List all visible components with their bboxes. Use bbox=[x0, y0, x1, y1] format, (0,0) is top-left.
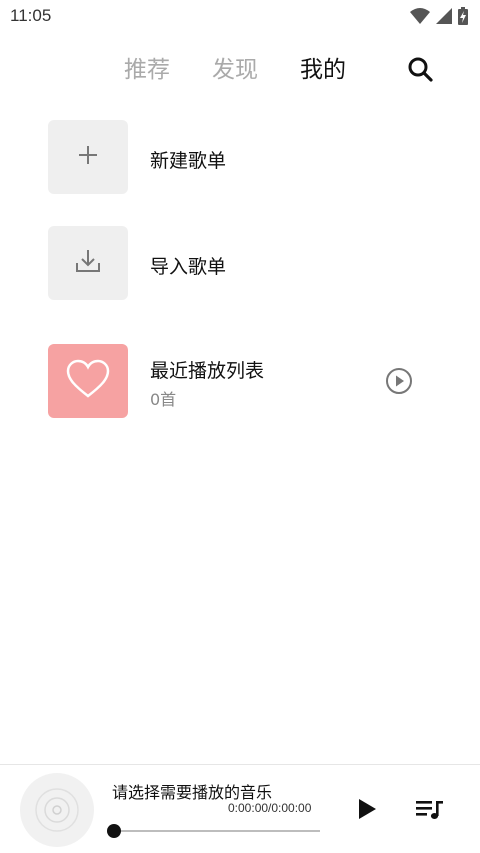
battery-icon bbox=[458, 7, 468, 29]
status-icons bbox=[410, 7, 468, 29]
heart-icon bbox=[65, 359, 111, 403]
search-icon[interactable] bbox=[405, 54, 437, 86]
queue-icon[interactable] bbox=[416, 799, 444, 821]
plus-icon bbox=[77, 144, 99, 170]
player-song-title: 请选择需要播放的音乐 bbox=[112, 783, 273, 802]
play-circle-icon[interactable] bbox=[384, 366, 414, 396]
recent-playlist-cover bbox=[48, 344, 128, 418]
download-icon bbox=[74, 247, 102, 279]
top-nav: 推荐 发现 我的 bbox=[0, 44, 480, 88]
import-playlist-label: 导入歌单 bbox=[150, 256, 227, 278]
signal-icon bbox=[436, 8, 452, 28]
status-bar: 11:05 bbox=[0, 0, 480, 34]
new-playlist-item[interactable]: 新建歌单 bbox=[48, 120, 438, 196]
recent-playlist-count: 0首 bbox=[150, 390, 177, 409]
disc-icon[interactable] bbox=[20, 773, 94, 847]
player-time: 0:00:00/0:00:00 bbox=[228, 801, 312, 815]
tab-mine[interactable]: 我的 bbox=[300, 50, 346, 84]
import-playlist-tile bbox=[48, 226, 128, 300]
play-icon[interactable] bbox=[356, 797, 378, 821]
wifi-icon bbox=[410, 8, 430, 28]
recent-playlist-item[interactable]: 最近播放列表 0首 bbox=[48, 344, 438, 420]
tab-discover[interactable]: 发现 bbox=[212, 50, 258, 84]
import-playlist-item[interactable]: 导入歌单 bbox=[48, 226, 438, 302]
recent-playlist-label: 最近播放列表 bbox=[150, 360, 265, 382]
progress-bar[interactable] bbox=[107, 824, 320, 838]
status-time: 11:05 bbox=[10, 6, 52, 25]
mini-player: 请选择需要播放的音乐 0:00:00/0:00:00 bbox=[0, 764, 480, 853]
progress-knob[interactable] bbox=[107, 824, 121, 838]
new-playlist-label: 新建歌单 bbox=[150, 150, 227, 172]
new-playlist-tile bbox=[48, 120, 128, 194]
tab-recommend[interactable]: 推荐 bbox=[124, 50, 170, 84]
